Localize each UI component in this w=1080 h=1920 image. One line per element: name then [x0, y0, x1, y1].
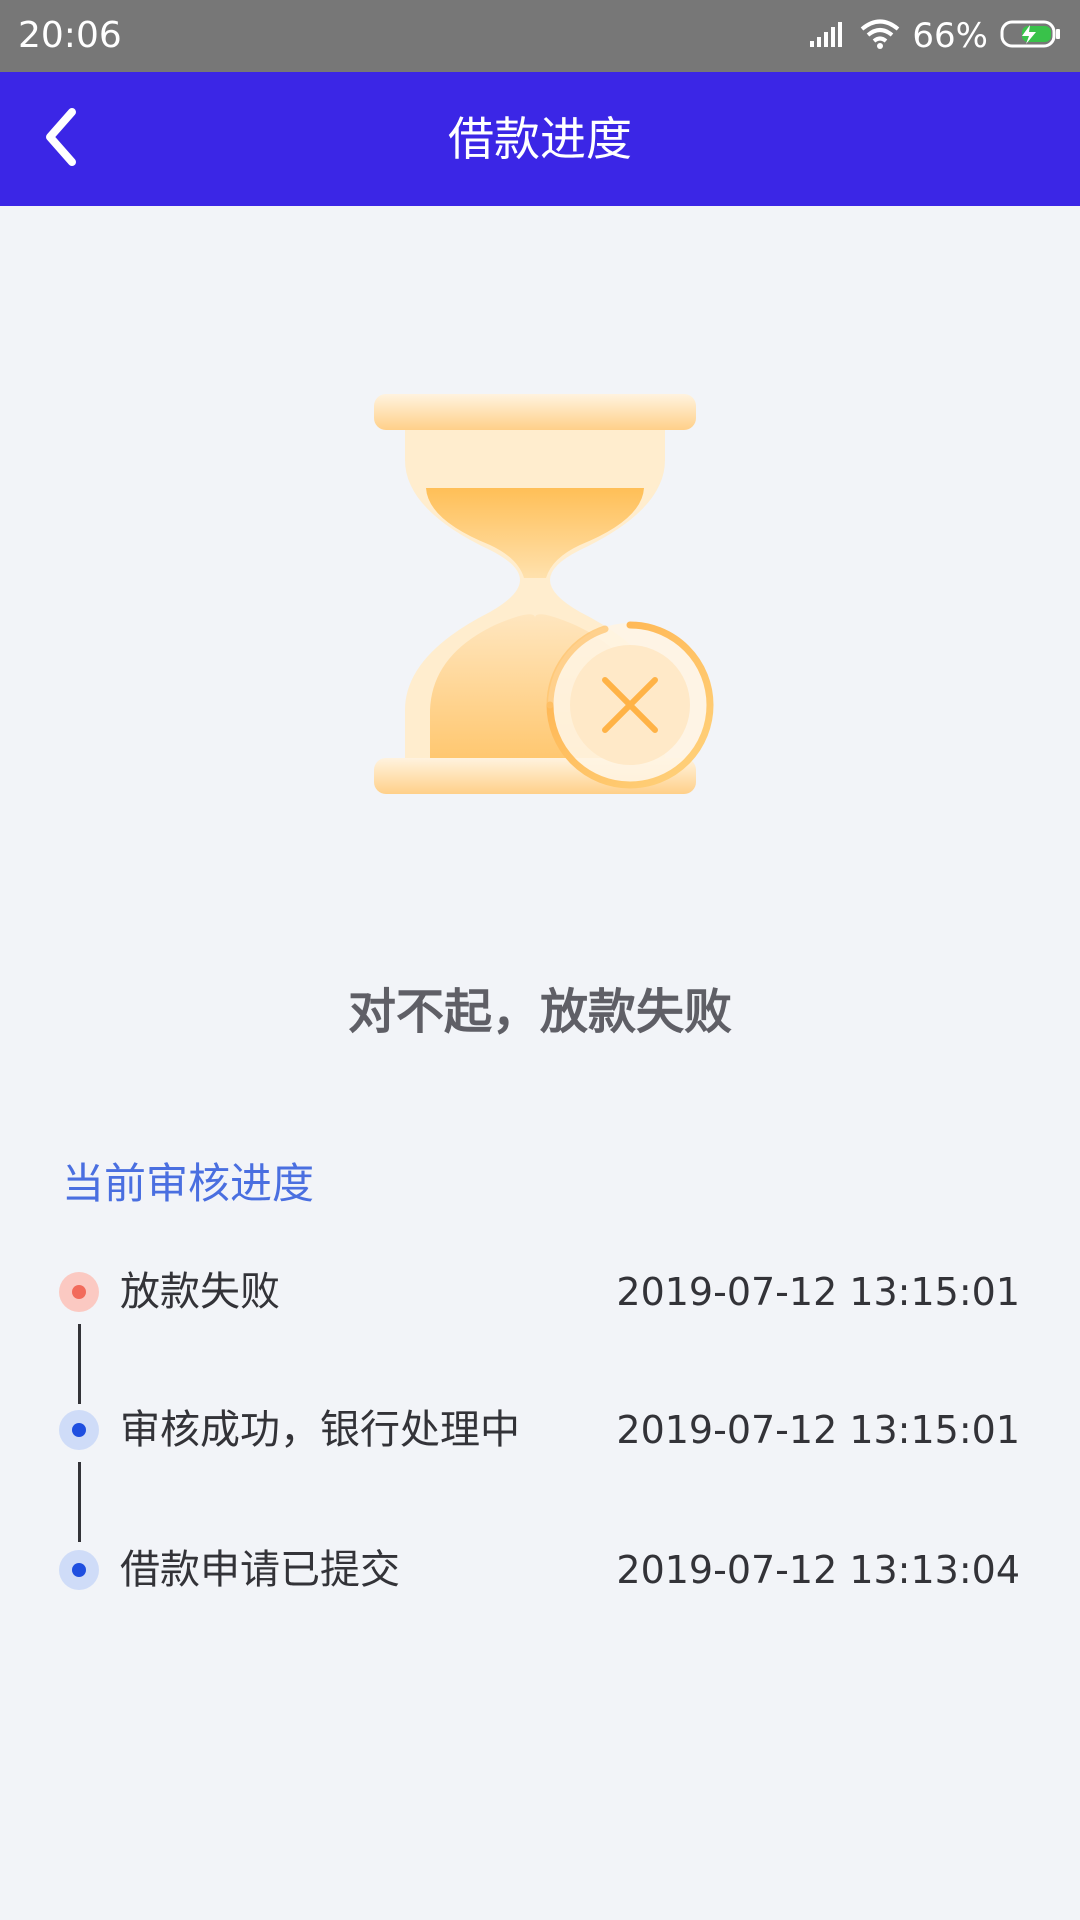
- battery-charging-icon: [1000, 19, 1062, 53]
- wifi-icon: [860, 18, 900, 54]
- hourglass-failed-icon: [360, 380, 730, 820]
- status-dot-failed: [59, 1272, 99, 1312]
- page-title: 借款进度: [448, 112, 632, 166]
- battery-percent: 66%: [912, 16, 988, 56]
- progress-section-title: 当前审核进度: [62, 1159, 315, 1208]
- timeline-item-label: 放款失败: [120, 1269, 280, 1315]
- timeline-item-label: 审核成功，银行处理中: [120, 1407, 520, 1453]
- nav-bar: 借款进度: [0, 72, 1080, 206]
- status-bar: 20:06 66%: [0, 0, 1080, 72]
- timeline-item: 放款失败 2019-07-12 13:15:01: [0, 1262, 1080, 1322]
- status-icons: 66%: [808, 14, 1062, 58]
- timeline-item-time: 2019-07-12 13:15:01: [616, 1270, 1020, 1314]
- status-dot-done: [59, 1410, 99, 1450]
- timeline-item-time: 2019-07-12 13:15:01: [616, 1408, 1020, 1452]
- timeline-connector: [78, 1324, 81, 1404]
- timeline-item-label: 借款申请已提交: [120, 1547, 400, 1593]
- timeline-item: 审核成功，银行处理中 2019-07-12 13:15:01: [0, 1400, 1080, 1460]
- result-title: 对不起，放款失败: [347, 984, 732, 1040]
- timeline-connector: [78, 1462, 81, 1542]
- signal-icon: [808, 19, 848, 53]
- timeline-item-time: 2019-07-12 13:13:04: [616, 1548, 1020, 1592]
- status-dot-done: [59, 1550, 99, 1590]
- status-time: 20:06: [18, 15, 122, 56]
- timeline-item: 借款申请已提交 2019-07-12 13:13:04: [0, 1540, 1080, 1600]
